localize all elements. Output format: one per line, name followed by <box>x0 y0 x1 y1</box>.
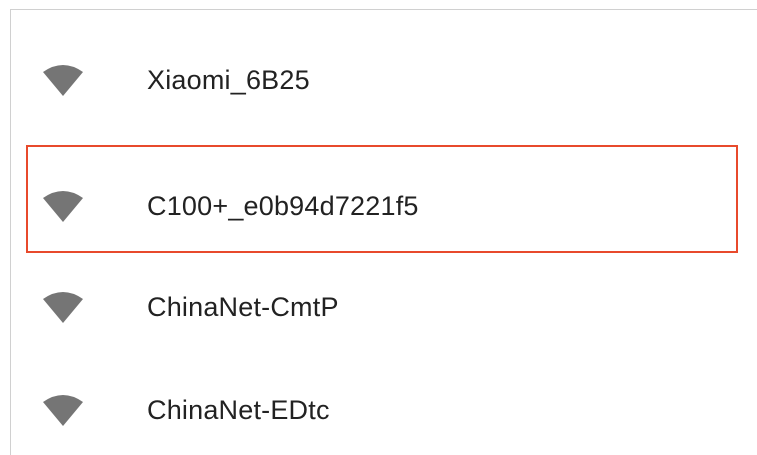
wifi-ssid-label: C100+_e0b94d7221f5 <box>147 190 419 221</box>
wifi-network-item[interactable]: ChinaNet-CmtP <box>11 267 757 347</box>
wifi-network-item[interactable]: Xiaomi_6B25 <box>11 40 757 120</box>
wifi-signal-icon <box>41 190 85 222</box>
wifi-network-list: Xiaomi_6B25 C100+_e0b94d7221f5 ChinaNet-… <box>11 10 757 455</box>
wifi-signal-icon <box>41 64 85 96</box>
wifi-signal-icon <box>41 291 85 323</box>
wifi-ssid-label: Xiaomi_6B25 <box>147 64 310 95</box>
wifi-ssid-label: ChinaNet-CmtP <box>147 291 339 322</box>
wifi-network-item[interactable]: ChinaNet-EDtc <box>11 370 757 450</box>
wifi-signal-icon <box>41 394 85 426</box>
wifi-network-item[interactable]: C100+_e0b94d7221f5 <box>11 166 757 246</box>
wifi-network-list-screen: Xiaomi_6B25 C100+_e0b94d7221f5 ChinaNet-… <box>0 0 757 455</box>
wifi-ssid-label: ChinaNet-EDtc <box>147 394 330 425</box>
